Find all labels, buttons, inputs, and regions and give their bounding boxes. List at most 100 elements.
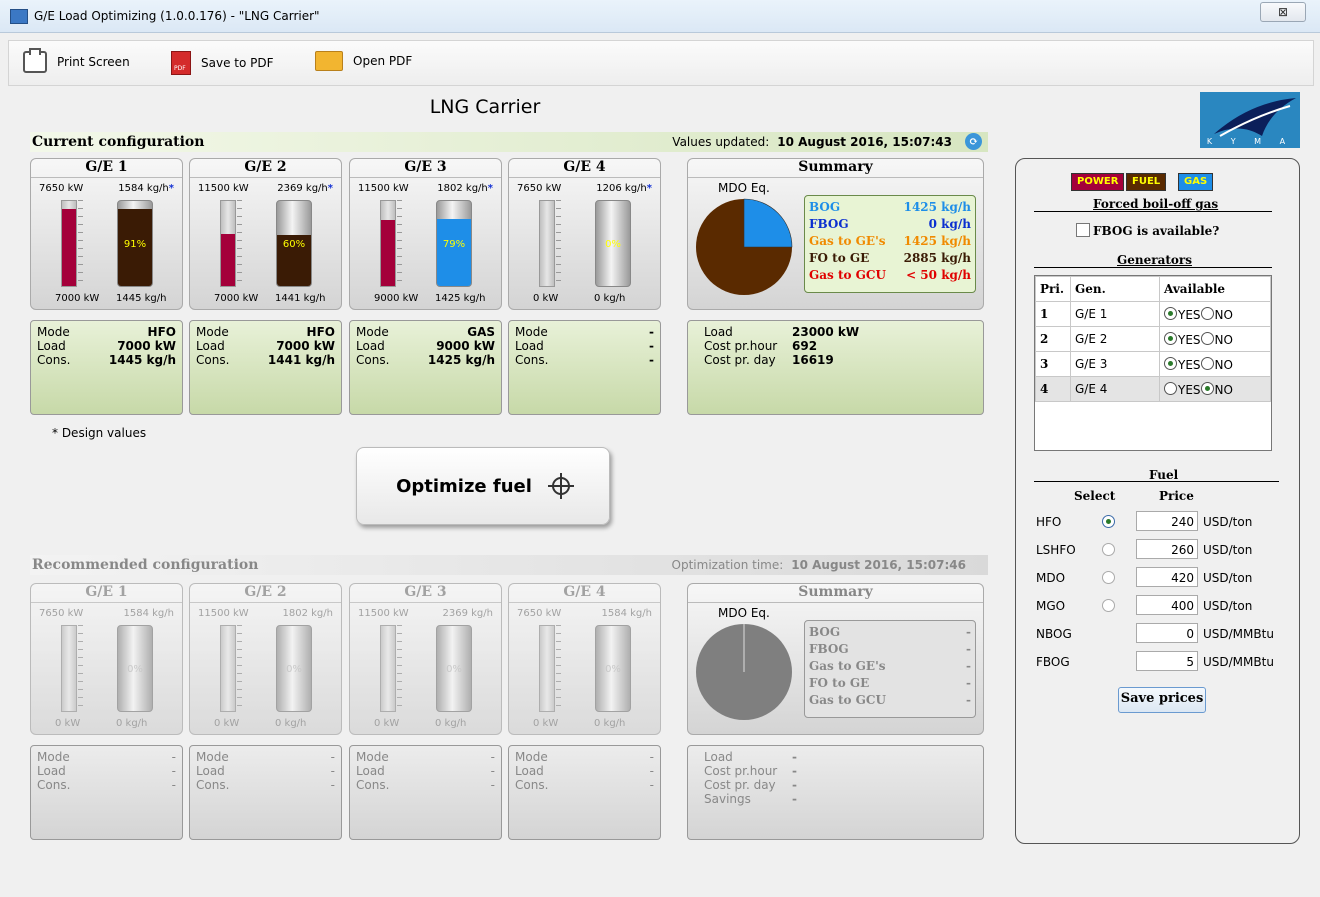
fuel-select-radio[interactable] (1102, 515, 1116, 530)
recommended-fuel-pie (696, 624, 792, 720)
legend-row: Gas to GCU - (809, 692, 971, 709)
fuel-current: 0 kg/h (275, 718, 307, 729)
mode-label: Mode (515, 750, 548, 764)
fuel-price-input[interactable]: 240 (1136, 511, 1198, 531)
pdf-icon (171, 51, 191, 75)
fuel-fill (437, 218, 471, 286)
print-screen-button[interactable]: Print Screen (23, 48, 130, 73)
power-scale (78, 200, 83, 287)
engine-gauge-ge3: G/E 3 11500 kW 2369 kg/h 0% 0 kW 0 kg/h (349, 583, 502, 735)
close-button[interactable]: ⊠ (1260, 2, 1306, 22)
fuel-current: 1445 kg/h (116, 293, 167, 304)
legend-label: Gas to GE's (809, 659, 886, 673)
table-row[interactable]: 2 G/E 2 YES NO (1035, 326, 1271, 352)
fuel-price-input[interactable]: 5 (1136, 651, 1198, 671)
load-row: Load - (37, 764, 176, 778)
engine-gauge-ge4: G/E 4 7650 kW 1584 kg/h 0% 0 kW 0 kg/h (508, 583, 661, 735)
fuel-select-radio[interactable] (1102, 543, 1116, 558)
no-radio[interactable]: NO (1200, 331, 1233, 347)
yes-radio[interactable]: YES (1164, 356, 1201, 372)
legend-label: BOG (809, 200, 841, 214)
engine-gauge-ge2: G/E 2 11500 kW 1802 kg/h 0% 0 kW 0 kg/h (189, 583, 342, 735)
fuel-row: FBOG 5 USD/MMBtu (1036, 651, 1276, 673)
yes-label: YES (1178, 357, 1201, 372)
select-header: Select (1074, 489, 1116, 503)
legend-label: Gas to GE's (809, 234, 886, 248)
power-max: 7650 kW (517, 608, 562, 619)
engine-name: G/E 1 (31, 159, 182, 178)
mode-value: - (490, 750, 495, 764)
fuel-max-value: 2369 kg/h (277, 183, 328, 194)
power-bar (61, 200, 77, 287)
load-row: Load - (515, 764, 654, 778)
fuel-name: NBOG (1036, 627, 1072, 641)
mode-row: Mode - (356, 750, 495, 764)
save-prices-button[interactable]: Save prices (1118, 687, 1206, 713)
no-radio[interactable]: NO (1200, 306, 1233, 322)
power-scale (556, 625, 561, 712)
engine-info-ge4: Mode - Load - Cons. - (508, 320, 661, 415)
fuel-price-input[interactable]: 420 (1136, 567, 1198, 587)
toolbar: Print Screen Save to PDF Open PDF (8, 40, 1314, 86)
table-row[interactable]: 1 G/E 1 YES NO (1035, 301, 1271, 327)
no-radio[interactable]: NO (1200, 356, 1233, 372)
table-row[interactable]: 4 G/E 4 YES NO (1035, 376, 1271, 402)
mode-value: HFO (147, 325, 176, 339)
save-pdf-button[interactable]: Save to PDF (171, 51, 274, 75)
fuel-current: 0 kg/h (116, 718, 148, 729)
yes-radio[interactable]: YES (1164, 331, 1201, 347)
design-asterisk: * (327, 183, 333, 194)
legend-label: FO to GE (809, 251, 870, 265)
fuel-bar: 0% (436, 625, 472, 712)
mode-row: Mode HFO (37, 325, 176, 339)
generators-table: Pri. Gen. Available 1 G/E 1 YES NO 2 G/E 2 YES… (1034, 275, 1272, 451)
cons-value: - (171, 778, 176, 792)
summary-info-value: - (792, 750, 797, 764)
summary-info-row: Cost pr.hour 692 (704, 339, 967, 353)
mode-row: Mode HFO (196, 325, 335, 339)
fuel-price-input[interactable]: 0 (1136, 623, 1198, 643)
load-value: - (330, 764, 335, 778)
crosshair-icon (547, 473, 574, 499)
fuel-row: MGO 400 USD/ton (1036, 595, 1276, 617)
summary-info-value: - (792, 792, 797, 806)
fuel-max: 1584 kg/h (124, 608, 174, 619)
print-screen-label: Print Screen (57, 55, 130, 69)
power-bar (61, 625, 77, 712)
fuel-price-input[interactable]: 400 (1136, 595, 1198, 615)
legend-value: < 50 kg/h (906, 268, 971, 282)
save-pdf-label: Save to PDF (201, 56, 274, 70)
summary-info-label: Cost pr.hour (704, 339, 778, 353)
load-value: - (649, 764, 654, 778)
refresh-icon[interactable]: ⟳ (965, 133, 982, 150)
optimize-fuel-button[interactable]: Optimize fuel (356, 447, 610, 525)
no-label: NO (1214, 382, 1233, 397)
power-scale (556, 200, 561, 287)
yes-radio[interactable]: YES (1164, 381, 1201, 397)
open-pdf-button[interactable]: Open PDF (315, 51, 412, 71)
load-value: - (490, 764, 495, 778)
cons-label: Cons. (196, 778, 230, 792)
no-radio[interactable]: NO (1200, 381, 1233, 397)
fuel-max-value: 2369 kg/h (442, 608, 493, 619)
fbog-available-checkbox[interactable]: FBOG is available? (1076, 223, 1219, 238)
yes-radio[interactable]: YES (1164, 306, 1201, 322)
power-max: 7650 kW (517, 183, 562, 194)
fuel-select-radio[interactable] (1102, 599, 1116, 614)
fuel-price-unit: USD/MMBtu (1203, 655, 1274, 669)
fuel-price-input[interactable]: 260 (1136, 539, 1198, 559)
radio-icon (1200, 331, 1214, 345)
radio-icon (1164, 306, 1177, 320)
page-title: LNG Carrier (429, 96, 541, 118)
fuel-bar: 79% (436, 200, 472, 287)
legend-chip-gas: GAS (1178, 173, 1214, 191)
power-current: 0 kW (374, 718, 400, 729)
cons-value: 1425 kg/h (427, 353, 495, 367)
engine-info-ge2: Mode - Load - Cons. - (189, 745, 342, 840)
fuel-row: HFO 240 USD/ton (1036, 511, 1276, 533)
table-row[interactable]: 3 G/E 3 YES NO (1035, 351, 1271, 377)
fuel-percent: 0% (286, 664, 302, 675)
cons-label: Cons. (356, 778, 390, 792)
power-max: 11500 kW (198, 608, 249, 619)
fuel-select-radio[interactable] (1102, 571, 1116, 586)
